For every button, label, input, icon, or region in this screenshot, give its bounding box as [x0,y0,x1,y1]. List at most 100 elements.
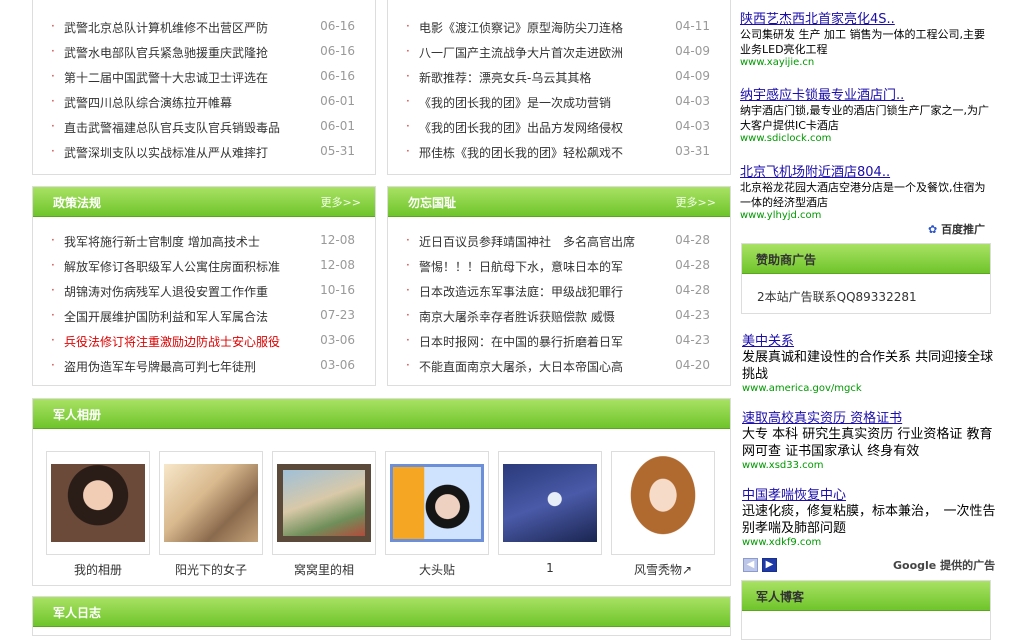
photo-card[interactable]: 阳光下的女子 [159,451,263,578]
news-item[interactable]: · 武警北京总队计算机维修不出营区严防 06-16 [33,18,375,43]
ad-url[interactable]: www.xsd33.com [742,460,997,471]
news-date: 05-31 [320,144,355,158]
news-item[interactable]: · 我军将施行新士官制度 增加高技术士 12-08 [33,232,375,257]
news-item[interactable]: · 全国开展维护国防利益和军人军属合法 07-23 [33,307,375,332]
photo-thumbnail[interactable] [503,464,597,542]
news-item[interactable]: · 日本时报网：在中国的暴行折磨着日军 04-23 [388,332,730,357]
photo-thumbnail[interactable] [277,464,371,542]
photo-thumbnail[interactable] [51,464,145,542]
ad-url[interactable]: www.xdkf9.com [742,537,997,548]
news-title[interactable]: 南京大屠杀幸存者胜诉获赔偿款 威慑 [419,308,615,325]
ad-url[interactable]: www.ylhyjd.com [740,210,995,221]
news-item[interactable]: · 解放军修订各职级军人公寓住房面积标准 12-08 [33,257,375,282]
next-ad-button[interactable]: ▶ [762,558,777,572]
news-item[interactable]: · 《我的团长我的团》出品方发网络侵权 04-03 [388,118,730,143]
news-date: 04-28 [675,233,710,247]
photo-thumbnail[interactable] [390,464,484,542]
news-title[interactable]: 邢佳栋《我的团长我的团》轻松飙戏不 [419,144,623,161]
ad-headline[interactable]: 陕西艺杰西北首家亮化4S.. [740,8,995,27]
news-title[interactable]: 武警水电部队官兵紧急驰援重庆武隆抢 [64,44,268,61]
news-title[interactable]: 解放军修订各职级军人公寓住房面积标准 [64,258,280,275]
news-title[interactable]: 盗用伪造军车号牌最高可判七年徒刑 [64,358,256,375]
news-item[interactable]: · 武警水电部队官兵紧急驰援重庆武隆抢 06-16 [33,43,375,68]
news-item[interactable]: · 不能直面南京大屠杀，大日本帝国心高 04-20 [388,357,730,382]
news-title[interactable]: 电影《渡江侦察记》原型海防尖刀连格 [419,19,623,36]
news-title[interactable]: 我军将施行新士官制度 增加高技术士 [64,233,260,250]
baidu-ad[interactable]: 纳宇感应卡锁最专业酒店门.. 纳宇酒店门锁,最专业的酒店门锁生产厂家之一,为广大… [740,84,995,144]
news-date: 03-31 [675,144,710,158]
photo-card[interactable]: 1 [498,451,602,575]
news-item[interactable]: · 兵役法修订将注重激励边防战士安心服役 03-06 [33,332,375,357]
news-title[interactable]: 第十二届中国武警十大忠诚卫士评选在 [64,69,268,86]
news-title[interactable]: 新歌推荐：漂亮女兵-乌云其其格 [419,69,591,86]
news-title[interactable]: 《我的团长我的团》出品方发网络侵权 [419,119,623,136]
google-ads-label[interactable]: Google 提供的广告 [893,557,995,573]
news-date: 06-16 [320,69,355,83]
prev-ad-button[interactable]: ◀ [743,558,758,572]
photo-caption[interactable]: 阳光下的女子 [159,561,263,578]
news-item[interactable]: · 武警四川总队综合演练拉开帷幕 06-01 [33,93,375,118]
album-header: 军人相册 [33,399,730,429]
ad-headline[interactable]: 北京飞机场附近酒店804.. [740,161,995,180]
photo-caption[interactable]: 大头贴 [385,561,489,578]
photo-caption[interactable]: 窝窝里的相 [272,561,376,578]
news-title[interactable]: 近日百议员参拜靖国神社 多名高官出席 [419,233,635,250]
news-title[interactable]: 胡锦涛对伤病残军人退役安置工作作重 [64,283,268,300]
ad-headline[interactable]: 速取高校真实资历 资格证书 [742,407,997,426]
news-item[interactable]: · 新歌推荐：漂亮女兵-乌云其其格 04-09 [388,68,730,93]
photo-card[interactable]: 大头贴 [385,451,489,578]
news-item[interactable]: · 直击武警福建总队官兵支队官兵销毁毒品 06-01 [33,118,375,143]
baidu-promo-label[interactable]: ✿ 百度推广 [928,221,985,237]
google-ad[interactable]: 中国孝喘恢复中心 迅速化痰，修复粘膜，标本兼治， 一次性告别孝喘及肺部问题 ww… [742,484,997,548]
news-item[interactable]: · 盗用伪造军车号牌最高可判七年徒刑 03-06 [33,357,375,382]
news-title[interactable]: 武警北京总队计算机维修不出营区严防 [64,19,268,36]
news-title[interactable]: 武警深圳支队以实战标准从严从难摔打 [64,144,268,161]
news-item[interactable]: · 《我的团长我的团》是一次成功营销 04-03 [388,93,730,118]
ad-url[interactable]: www.sdiclock.com [740,133,995,144]
news-title[interactable]: 兵役法修订将注重激励边防战士安心服役 [64,333,280,350]
news-date: 04-28 [675,283,710,297]
photo-caption[interactable]: 1 [498,561,602,575]
bullet-icon: · [51,308,55,322]
news-item[interactable]: · 八一厂国产主流战争大片首次走进欧洲 04-09 [388,43,730,68]
news-item[interactable]: · 南京大屠杀幸存者胜诉获赔偿款 威慑 04-23 [388,307,730,332]
news-item[interactable]: · 日本改造远东军事法庭：甲级战犯罪行 04-28 [388,282,730,307]
news-item[interactable]: · 武警深圳支队以实战标准从严从难摔打 05-31 [33,143,375,168]
news-title[interactable]: 《我的团长我的团》是一次成功营销 [419,94,611,111]
ad-headline[interactable]: 纳宇感应卡锁最专业酒店门.. [740,84,995,103]
photo-card[interactable]: 我的相册 [46,451,150,578]
news-title[interactable]: 日本时报网：在中国的暴行折磨着日军 [419,333,623,350]
photo-caption[interactable]: 我的相册 [46,561,150,578]
google-ad[interactable]: 美中关系 发展真诚和建设性的合作关系 共同迎接全球挑战 www.america.… [742,330,997,394]
ad-url[interactable]: www.america.gov/mgck [742,383,997,394]
baidu-ad[interactable]: 北京飞机场附近酒店804.. 北京裕龙花园大酒店空港分店是一个及餐饮,住宿为一体… [740,161,995,221]
photo-thumbnail[interactable] [616,454,710,552]
baidu-ad[interactable]: 陕西艺杰西北首家亮化4S.. 公司集研发 生产 加工 销售为一体的工程公司,主要… [740,8,995,68]
photo-caption[interactable]: 风雪秃物↗ [611,561,715,578]
news-item[interactable]: · 警惕！！！日航母下水，意味日本的军 04-28 [388,257,730,282]
news-item[interactable]: · 胡锦涛对伤病残军人退役安置工作作重 10-16 [33,282,375,307]
news-title[interactable]: 警惕！！！日航母下水，意味日本的军 [419,258,623,275]
bullet-icon: · [51,333,55,347]
news-item[interactable]: · 第十二届中国武警十大忠诚卫士评选在 06-16 [33,68,375,93]
news-title[interactable]: 直击武警福建总队官兵支队官兵销毁毒品 [64,119,280,136]
ad-url[interactable]: www.xayijie.cn [740,57,995,68]
shame-more-link[interactable]: 更多>> [676,194,716,210]
photo-card[interactable]: 风雪秃物↗ [611,451,715,578]
google-ad[interactable]: 速取高校真实资历 资格证书 大专 本科 研究生真实资历 行业资格证 教育网可查 … [742,407,997,471]
news-title[interactable]: 全国开展维护国防利益和军人军属合法 [64,308,268,325]
news-title[interactable]: 不能直面南京大屠杀，大日本帝国心高 [419,358,623,375]
news-date: 04-03 [675,94,710,108]
ad-headline[interactable]: 中国孝喘恢复中心 [742,484,997,503]
news-title[interactable]: 八一厂国产主流战争大片首次走进欧洲 [419,44,623,61]
bullet-icon: · [51,69,55,83]
news-item[interactable]: · 电影《渡江侦察记》原型海防尖刀连格 04-11 [388,18,730,43]
photo-card[interactable]: 窝窝里的相 [272,451,376,578]
news-item[interactable]: · 邢佳栋《我的团长我的团》轻松飙戏不 03-31 [388,143,730,168]
policy-more-link[interactable]: 更多>> [321,194,361,210]
news-item[interactable]: · 近日百议员参拜靖国神社 多名高官出席 04-28 [388,232,730,257]
news-title[interactable]: 武警四川总队综合演练拉开帷幕 [64,94,232,111]
photo-thumbnail[interactable] [164,464,258,542]
ad-headline[interactable]: 美中关系 [742,330,997,349]
news-title[interactable]: 日本改造远东军事法庭：甲级战犯罪行 [419,283,623,300]
